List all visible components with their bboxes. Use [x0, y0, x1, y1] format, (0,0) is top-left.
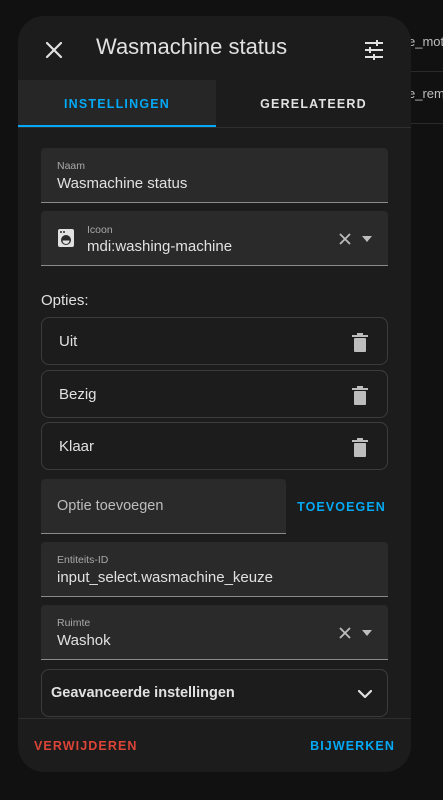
icon-field-label: Icoon [87, 224, 113, 236]
option-item: Klaar [41, 422, 388, 470]
delete-option-button[interactable] [349, 384, 371, 406]
tune-icon [365, 40, 383, 60]
option-label: Uit [59, 333, 78, 350]
option-label: Bezig [59, 386, 97, 403]
dropdown-arrow-icon[interactable] [362, 630, 372, 636]
delete-button[interactable]: VERWIJDEREN [34, 739, 138, 753]
options-heading: Opties: [41, 292, 89, 309]
entity-id-field[interactable]: Entiteits-ID input_select.wasmachine_keu… [41, 542, 388, 597]
tab-label: GERELATEERD [260, 96, 367, 111]
option-item: Bezig [41, 370, 388, 418]
active-tab-indicator [18, 125, 216, 127]
chevron-down-icon [353, 682, 377, 706]
name-field-label: Naam [57, 160, 86, 172]
close-button[interactable] [36, 32, 72, 68]
trash-icon [352, 385, 368, 405]
trash-icon [352, 332, 368, 352]
tab-instellingen[interactable]: INSTELLINGEN [18, 80, 216, 127]
icon-field-value: mdi:washing-machine [87, 238, 233, 255]
advanced-settings-expander[interactable]: Geavanceerde instellingen [41, 669, 388, 717]
trash-icon [352, 437, 368, 457]
dialog-header: Wasmachine status [18, 16, 411, 80]
advanced-settings-label: Geavanceerde instellingen [51, 685, 235, 701]
area-field-label: Ruimte [57, 617, 91, 629]
clear-icon[interactable] [339, 627, 351, 639]
icon-picker[interactable]: Icoon mdi:washing-machine [41, 211, 388, 266]
add-option-button[interactable]: TOEVOEGEN [295, 479, 388, 534]
area-picker[interactable]: Ruimte Washok [41, 605, 388, 660]
update-button[interactable]: BIJWERKEN [310, 739, 395, 753]
area-field-value: Washok [57, 632, 111, 649]
name-field[interactable]: Naam Wasmachine status [41, 148, 388, 203]
option-label: Klaar [59, 438, 95, 455]
washing-machine-icon [58, 229, 74, 247]
entity-settings-dialog: Wasmachine status INSTELLINGEN GERELATEE… [18, 16, 411, 772]
add-option-input[interactable]: Optie toevoegen [41, 479, 286, 534]
dialog-content: Naam Wasmachine status Icoon mdi:washing… [18, 128, 411, 718]
tab-gerelateerd[interactable]: GERELATEERD [216, 80, 411, 127]
advanced-settings-button[interactable] [356, 32, 392, 68]
clear-icon[interactable] [339, 233, 351, 245]
entity-id-value: input_select.wasmachine_keuze [57, 569, 273, 586]
add-option-placeholder: Optie toevoegen [57, 498, 164, 514]
entity-id-label: Entiteits-ID [57, 554, 109, 566]
delete-option-button[interactable] [349, 436, 371, 458]
tab-bar: INSTELLINGEN GERELATEERD [18, 80, 411, 128]
tab-label: INSTELLINGEN [63, 96, 171, 111]
name-field-value: Wasmachine status [57, 175, 188, 192]
dialog-footer: VERWIJDEREN BIJWERKEN [18, 718, 411, 772]
close-icon [45, 41, 63, 59]
dialog-title: Wasmachine status [96, 34, 288, 59]
dropdown-arrow-icon[interactable] [362, 236, 372, 242]
option-item: Uit [41, 317, 388, 365]
delete-option-button[interactable] [349, 331, 371, 353]
